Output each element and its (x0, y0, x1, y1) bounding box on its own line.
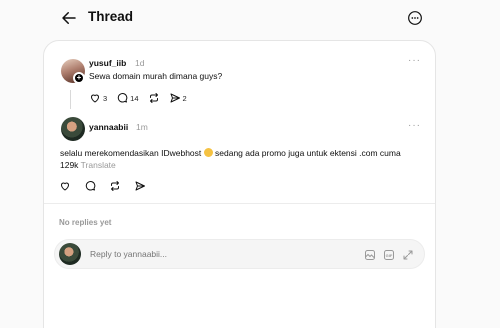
more-circle-icon[interactable] (407, 10, 423, 26)
reply-text: selalu merekomendasikan IDwebhost sedang… (60, 148, 420, 171)
divider (44, 203, 435, 204)
thread-line (70, 90, 71, 109)
reply-composer[interactable]: GIF (54, 239, 425, 269)
post-more-icon[interactable]: ··· (408, 55, 421, 66)
expand-icon[interactable] (402, 249, 414, 261)
heart-icon (91, 94, 99, 103)
translate-link[interactable]: Translate (81, 160, 116, 170)
grin-emoji-icon (203, 148, 213, 157)
comment-icon (85, 181, 96, 191)
comment-button[interactable]: 14 (116, 92, 139, 104)
share-button[interactable]: 2 (169, 92, 187, 104)
page-title: Thread (88, 9, 134, 24)
repost-icon (149, 93, 158, 103)
share-button[interactable] (134, 180, 146, 192)
gif-icon[interactable]: GIF (383, 249, 395, 261)
reply-username[interactable]: yannaabii (89, 122, 128, 132)
heart-icon (61, 182, 69, 191)
post-username[interactable]: yusuf_iib (89, 58, 126, 68)
avatar (59, 243, 81, 265)
arrow-left-icon[interactable] (60, 9, 78, 27)
repost-button[interactable] (148, 92, 160, 104)
share-count: 2 (182, 93, 187, 103)
comment-icon (118, 93, 128, 103)
reply-actions (59, 180, 159, 192)
reply-text-part1: selalu merekomendasikan IDwebhost (60, 148, 202, 158)
repost-icon (111, 181, 119, 191)
avatar[interactable] (61, 117, 85, 141)
send-icon (135, 181, 145, 191)
image-icon[interactable] (364, 249, 376, 261)
reply-time: 1m (136, 122, 148, 132)
post-text: Sewa domain murah dimana guys? (89, 71, 223, 81)
repost-button[interactable] (109, 180, 121, 192)
top-bar: Thread (0, 0, 500, 36)
like-button[interactable]: 3 (89, 92, 107, 104)
no-replies-label: No replies yet (59, 218, 112, 227)
follow-plus-icon[interactable]: + (73, 72, 85, 84)
comment-button[interactable] (84, 180, 96, 192)
reply-more-icon[interactable]: ··· (408, 120, 421, 131)
like-count: 3 (103, 93, 108, 103)
send-icon (170, 93, 180, 103)
post-actions: 3 14 2 (89, 92, 196, 104)
svg-text:GIF: GIF (386, 253, 393, 258)
like-button[interactable] (59, 180, 71, 192)
thread-card: + yusuf_iib 1d ··· Sewa domain murah dim… (43, 40, 436, 328)
post-time: 1d (135, 58, 145, 68)
reply-input[interactable] (90, 249, 290, 259)
comment-count: 14 (130, 93, 139, 103)
